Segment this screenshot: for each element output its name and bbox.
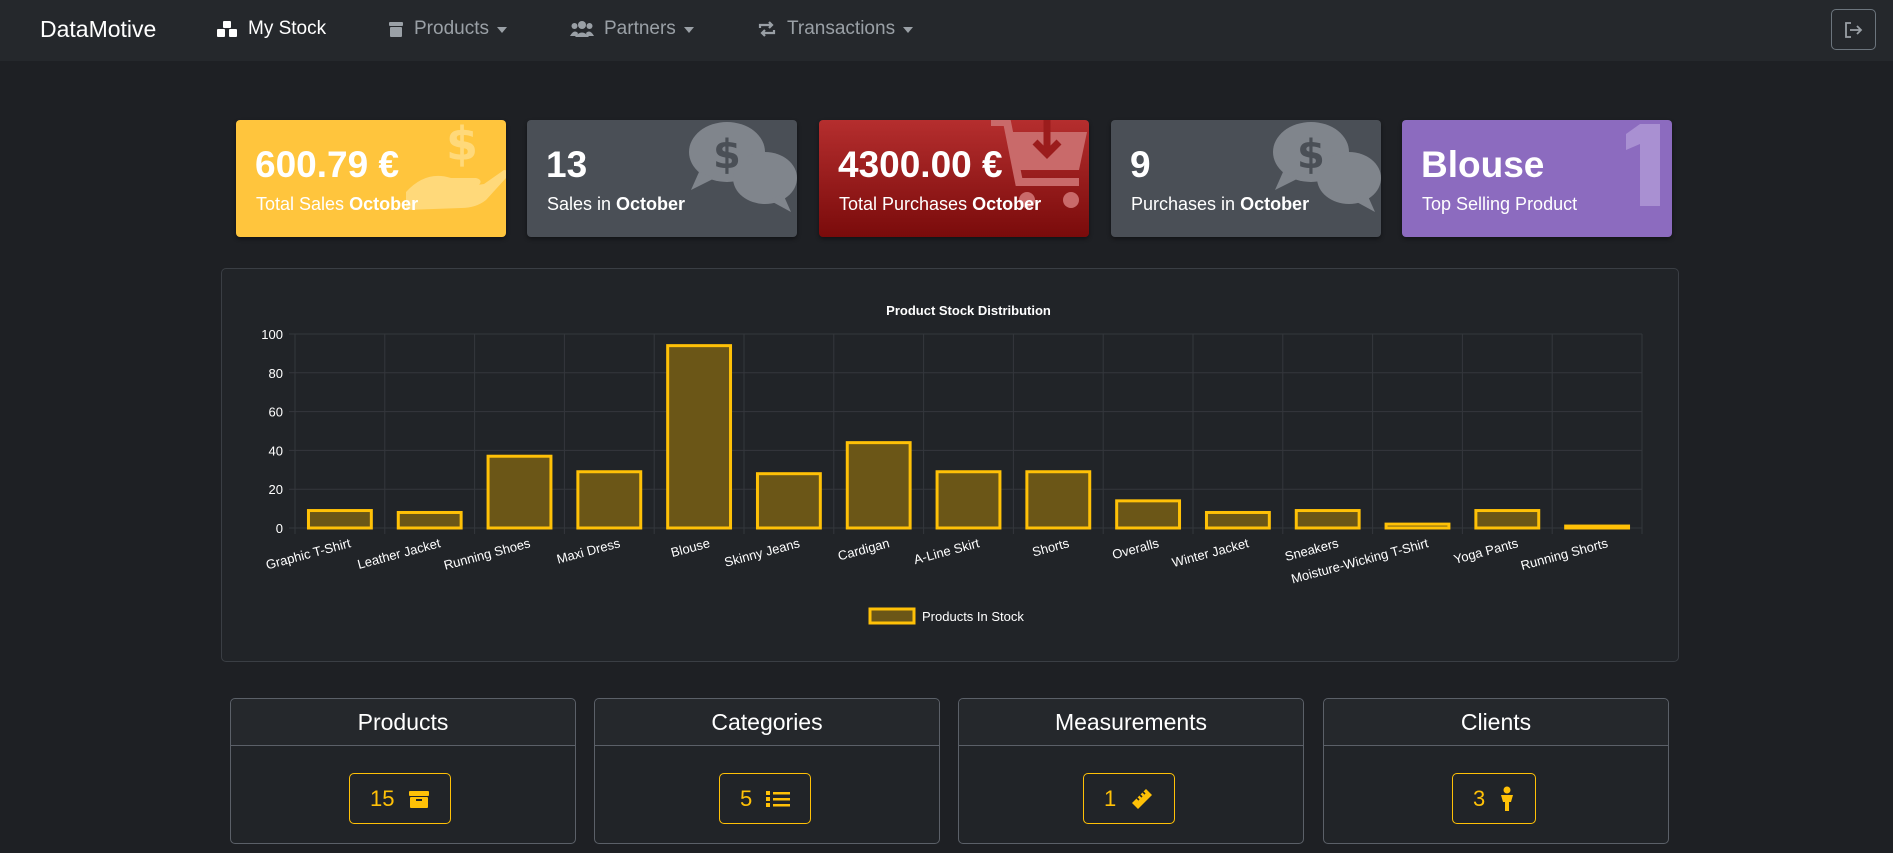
categories-count-button[interactable]: 5 — [719, 773, 812, 824]
nav-my-stock-label: My Stock — [248, 18, 327, 39]
navbar: DataMotive My Stock Products Partners Tr… — [0, 0, 1893, 61]
chart-bar — [1384, 522, 1451, 530]
count-value: 1 — [1104, 785, 1117, 811]
card-measurements: Measurements 1 — [958, 698, 1304, 844]
stat-label: Total Purchases October — [839, 194, 1042, 214]
x-tick-label: Skinny Jeans — [723, 535, 802, 570]
chart-bar — [935, 470, 1002, 530]
x-tick-label: Running Shoes — [442, 535, 532, 573]
svg-text:$: $ — [713, 132, 741, 178]
stock-distribution-chart: Product Stock Distribution 0 20 40 60 80 100 Gr… — [261, 303, 1643, 625]
hand-dollar-icon: $ — [406, 120, 506, 210]
y-tick-label: 40 — [269, 443, 283, 458]
stat-card-top-product: Blouse Top Selling Product — [1402, 120, 1672, 237]
stat-label: Purchases in October — [1131, 194, 1310, 214]
chart-bar — [1294, 509, 1361, 530]
x-tick-label: Maxi Dress — [555, 535, 622, 566]
card-title: Products — [231, 699, 575, 746]
stat-value: Blouse — [1421, 144, 1545, 185]
nav-products-label: Products — [414, 18, 489, 39]
chart-bar — [396, 510, 463, 530]
y-tick-label: 0 — [276, 521, 283, 536]
chart-bar — [1564, 524, 1631, 530]
chevron-down-icon — [683, 27, 694, 33]
nav-products-dropdown[interactable]: Products — [388, 18, 507, 40]
stat-value: 600.79 € — [255, 144, 400, 185]
chart-bar — [306, 509, 373, 530]
stat-card-sales-count: $ 13 Sales in October — [527, 120, 797, 237]
stat-label: Top Selling Product — [1422, 194, 1578, 214]
ruler-icon — [1132, 788, 1153, 809]
legend-swatch — [868, 607, 916, 625]
card-categories: Categories 5 — [594, 698, 940, 844]
x-tick-label: Winter Jacket — [1170, 535, 1250, 570]
x-tick-label: Shorts — [1030, 535, 1071, 559]
x-tick-label: Graphic T-Shirt — [264, 535, 352, 572]
stat-card-total-purchases: 4300.00 € Total Purchases October — [819, 120, 1089, 237]
y-tick-label: 60 — [269, 405, 283, 420]
card-products: Products 15 — [230, 698, 576, 844]
stat-label: Sales in October — [547, 194, 686, 214]
y-tick-label: 100 — [261, 327, 283, 342]
chart-bar — [755, 472, 822, 530]
comments-dollar-icon: $ — [689, 122, 797, 212]
chart-bar — [1025, 470, 1092, 530]
list-icon — [766, 790, 791, 807]
card-clients: Clients 3 — [1323, 698, 1669, 844]
x-tick-label: Blouse — [669, 535, 711, 560]
count-value: 5 — [740, 785, 753, 811]
nav-transactions-label: Transactions — [787, 18, 896, 39]
nav-transactions-dropdown[interactable]: Transactions — [757, 18, 914, 40]
x-tick-label: A-Line Skirt — [912, 535, 981, 567]
logout-icon — [1844, 21, 1862, 38]
count-value: 15 — [370, 785, 395, 811]
stat-label: Total Sales October — [256, 194, 419, 214]
stat-value: 4300.00 € — [838, 144, 1003, 185]
exchange-icon — [758, 21, 776, 37]
chart-bar — [1204, 510, 1271, 530]
x-tick-label: Running Shorts — [1519, 535, 1610, 573]
chevron-down-icon — [496, 27, 507, 33]
svg-text:$: $ — [446, 120, 478, 171]
products-count-button[interactable]: 15 — [349, 773, 452, 824]
box-icon — [389, 22, 403, 37]
y-tick-label: 20 — [269, 482, 283, 497]
stat-card-total-sales: $ 600.79 € Total Sales October — [236, 120, 506, 237]
legend-label: Products In Stock — [922, 609, 1024, 624]
chart-bar — [1474, 509, 1541, 530]
logout-button[interactable] — [1831, 9, 1876, 50]
card-title: Measurements — [959, 699, 1303, 746]
chart-bar — [576, 470, 643, 530]
brand-logo[interactable]: DataMotive — [40, 16, 156, 43]
chart-bar — [1115, 499, 1182, 530]
x-tick-label: Cardigan — [836, 535, 891, 563]
x-tick-label: Yoga Pants — [1452, 535, 1520, 567]
stock-chart-panel: Product Stock Distribution 0 20 40 60 80 100 Gr… — [221, 268, 1679, 662]
clients-count-button[interactable]: 3 — [1452, 773, 1537, 824]
number-one-icon — [1626, 124, 1660, 206]
nav-my-stock[interactable]: My Stock — [216, 18, 326, 40]
chart-bar — [845, 441, 912, 530]
card-title: Clients — [1324, 699, 1668, 746]
boxes-icon — [217, 21, 237, 37]
chart-bar — [486, 454, 553, 530]
measurements-count-button[interactable]: 1 — [1083, 773, 1176, 824]
chart-bar — [666, 344, 733, 530]
users-icon — [570, 21, 594, 37]
card-title: Categories — [595, 699, 939, 746]
person-icon — [1501, 786, 1514, 811]
svg-text:$: $ — [1297, 132, 1325, 178]
nav-partners-label: Partners — [604, 18, 676, 39]
stat-value: 9 — [1130, 144, 1151, 185]
x-tick-label: Overalls — [1111, 535, 1161, 562]
box-icon — [409, 790, 430, 808]
stat-value: 13 — [546, 144, 588, 185]
y-tick-label: 80 — [269, 366, 283, 381]
count-value: 3 — [1473, 785, 1486, 811]
x-tick-label: Leather Jacket — [356, 535, 443, 572]
chart-title: Product Stock Distribution — [886, 303, 1051, 318]
stat-card-purchases-count: $ 9 Purchases in October — [1111, 120, 1381, 237]
nav-partners-dropdown[interactable]: Partners — [570, 18, 694, 40]
chevron-down-icon — [903, 27, 914, 33]
